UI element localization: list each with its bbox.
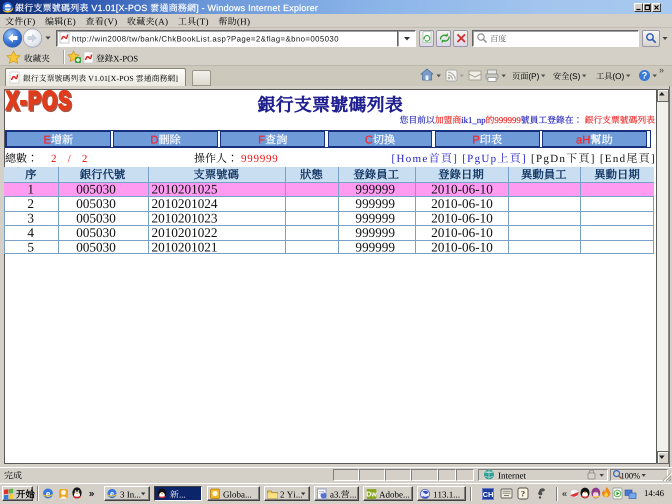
svg-text:e: e (110, 489, 114, 499)
svg-text:CH: CH (483, 490, 494, 499)
svg-text:Dw: Dw (366, 492, 377, 499)
svg-text:?: ? (642, 71, 648, 81)
svg-text:e: e (46, 489, 51, 500)
svg-text:?: ? (521, 489, 525, 499)
